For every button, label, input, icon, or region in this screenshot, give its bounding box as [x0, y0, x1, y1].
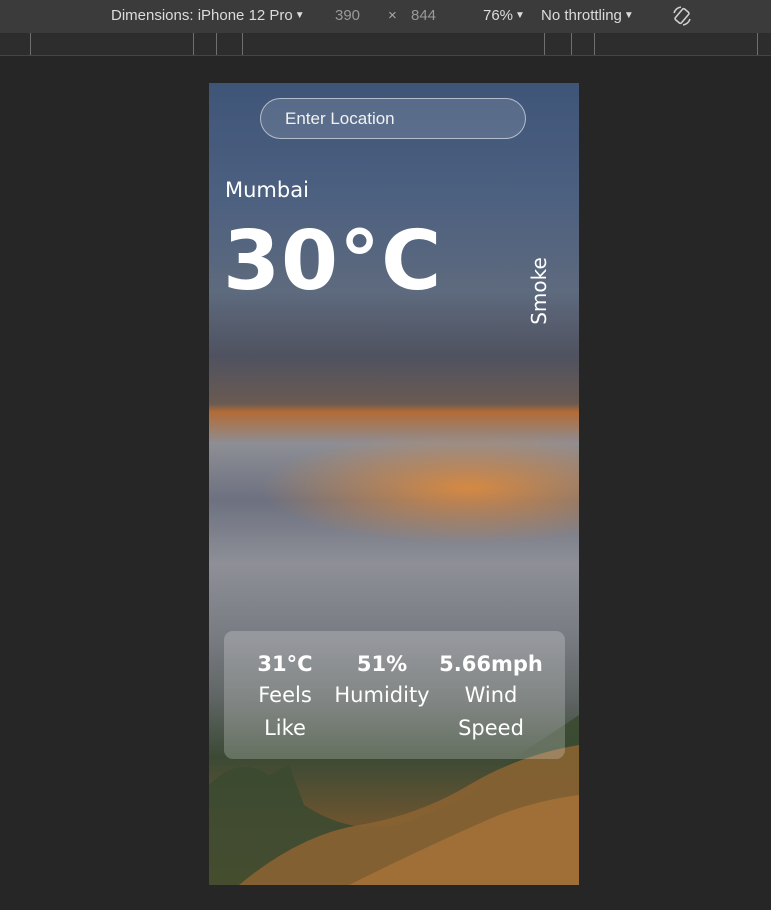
ruler-tick	[30, 33, 31, 55]
weather-app-viewport: Mumbai 30°C Smoke 31°C Feels Like 51% Hu…	[209, 83, 579, 885]
weather-description: Smoke	[527, 257, 551, 325]
device-dropdown[interactable]: Dimensions: iPhone 12 Pro ▼	[111, 7, 305, 24]
ruler-tick	[757, 33, 758, 55]
device-label: Dimensions: iPhone 12 Pro	[111, 7, 293, 24]
media-query-ruler	[0, 33, 771, 56]
temperature: 30°C	[223, 214, 443, 309]
throttling-label: No throttling	[541, 7, 622, 24]
city-name: Mumbai	[225, 178, 309, 202]
wind-speed-label-line1: Wind	[464, 683, 518, 707]
wind-speed-value: 5.66mph	[439, 652, 543, 676]
weather-stats-panel: 31°C Feels Like 51% Humidity 5.66mph Win…	[224, 631, 565, 759]
humidity-value: 51%	[356, 652, 408, 676]
humidity-stat: 51% Humidity	[322, 649, 442, 712]
ruler-tick	[216, 33, 217, 55]
ruler-tick	[571, 33, 572, 55]
chevron-down-icon: ▼	[515, 10, 525, 21]
zoom-label: 76%	[483, 7, 514, 24]
feels-like-label-line2: Like	[264, 716, 306, 740]
chevron-down-icon: ▼	[623, 10, 634, 21]
wind-speed-label-line2: Speed	[458, 716, 524, 740]
rotate-icon[interactable]	[670, 4, 694, 28]
humidity-label: Humidity	[334, 683, 430, 707]
location-input[interactable]	[260, 98, 526, 139]
width-field[interactable]: 390	[335, 7, 360, 24]
chevron-down-icon: ▼	[294, 10, 305, 21]
ruler-tick	[193, 33, 194, 55]
devtools-toolbar: Dimensions: iPhone 12 Pro ▼ 390 × 844 76%…	[0, 0, 771, 33]
height-field[interactable]: 844	[411, 7, 436, 24]
ruler-tick	[242, 33, 243, 55]
throttling-dropdown[interactable]: No throttling ▼	[541, 7, 634, 24]
ruler-tick	[594, 33, 595, 55]
times-sign: ×	[388, 7, 397, 24]
wind-speed-stat: 5.66mph Wind Speed	[431, 649, 551, 745]
ruler-tick	[544, 33, 545, 55]
zoom-dropdown[interactable]: 76% ▼	[483, 7, 525, 24]
